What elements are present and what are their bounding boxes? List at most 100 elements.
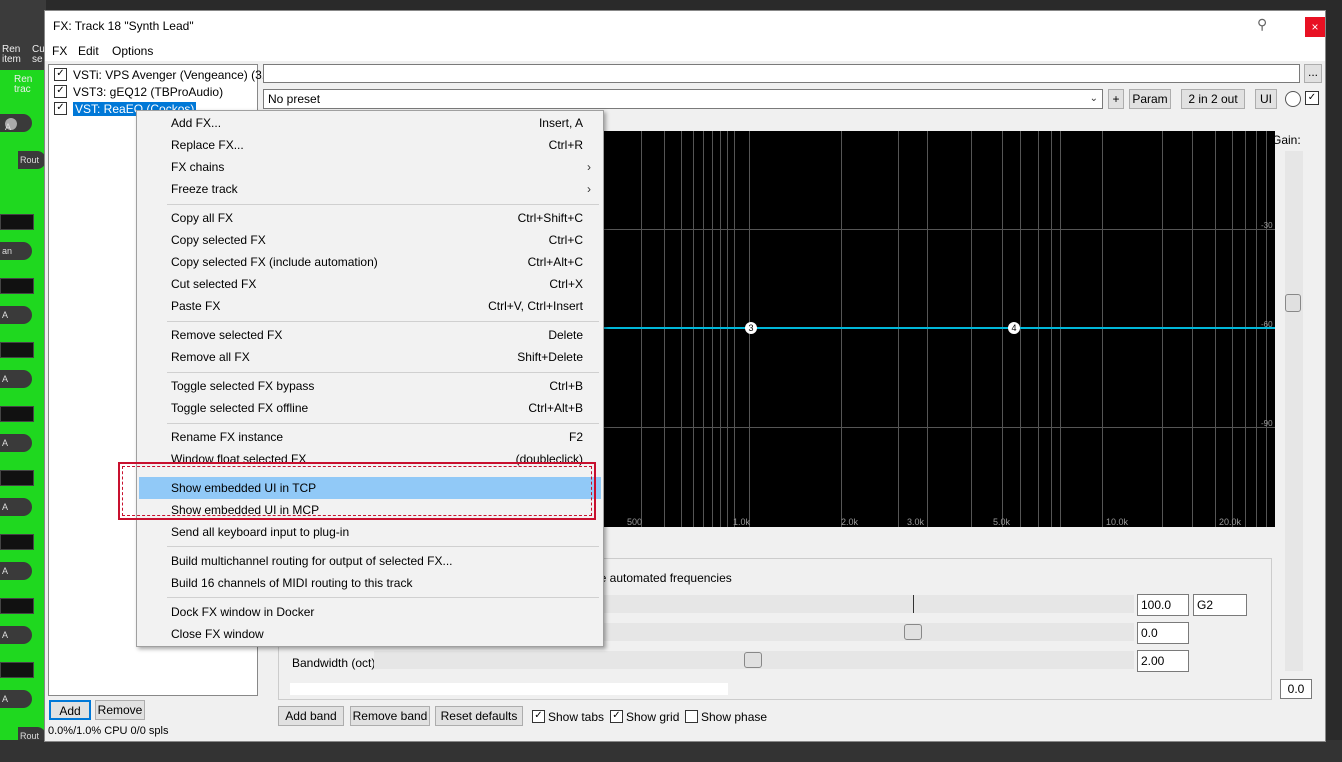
- show-phase-checkbox[interactable]: Show phase: [685, 710, 767, 724]
- show-tabs-checkbox[interactable]: ✓ Show tabs: [532, 710, 604, 724]
- menu-item-freeze-track[interactable]: Freeze track ›: [139, 178, 601, 200]
- chevron-right-icon: ›: [587, 182, 591, 196]
- track-knob[interactable]: A: [0, 114, 32, 132]
- note-field[interactable]: G2: [1193, 594, 1247, 616]
- menu-item-toggle-bypass[interactable]: Toggle selected FX bypass Ctrl+B: [139, 375, 601, 397]
- track-knob[interactable]: A: [0, 306, 32, 324]
- track-fader[interactable]: [0, 662, 34, 678]
- fx-list-item[interactable]: ✓ VSTi: VPS Avenger (Vengeance) (3...: [54, 67, 272, 83]
- bandwidth-field[interactable]: 2.00: [1137, 650, 1189, 672]
- menu-item-send-keyboard[interactable]: Send all keyboard input to plug-in: [139, 521, 601, 543]
- enable-checkbox[interactable]: ✓: [54, 85, 67, 99]
- freq-tick: 2.0k: [841, 517, 859, 527]
- db-tick: -30: [1261, 221, 1273, 230]
- strip-label: se: [32, 54, 43, 65]
- menu-item-cut-selected-fx[interactable]: Cut selected FX Ctrl+X: [139, 273, 601, 295]
- menu-item-remove-selected-fx[interactable]: Remove selected FX Delete: [139, 324, 601, 346]
- add-fx-button[interactable]: Add: [49, 700, 91, 720]
- track-knob[interactable]: A: [0, 370, 32, 388]
- ui-button[interactable]: UI: [1255, 89, 1277, 109]
- track-header-bar: Ren item Cu se: [0, 0, 46, 70]
- track-fader[interactable]: [0, 214, 34, 230]
- fx-path-field[interactable]: [263, 64, 1300, 83]
- remove-fx-button[interactable]: Remove: [95, 700, 145, 720]
- arrange-bottom-bar: [0, 740, 1342, 762]
- enable-checkbox[interactable]: ✓: [54, 102, 67, 116]
- enable-checkbox[interactable]: ✓: [54, 68, 67, 82]
- menu-options[interactable]: Options: [112, 44, 153, 58]
- param-button[interactable]: Param: [1129, 89, 1171, 109]
- route-button[interactable]: Rout: [18, 151, 46, 169]
- bandwidth-label: Bandwidth (oct):: [292, 656, 379, 670]
- fx-list-item[interactable]: ✓ VST3: gEQ12 (TBProAudio): [54, 84, 223, 100]
- band-tabs-area[interactable]: [290, 683, 728, 695]
- pin-icon[interactable]: ⚲: [1257, 16, 1273, 34]
- menu-edit[interactable]: Edit: [78, 44, 99, 58]
- menu-fx[interactable]: FX: [52, 44, 67, 58]
- band-gain-field[interactable]: 0.0: [1137, 622, 1189, 644]
- fx-context-menu: Add FX... Insert, A Replace FX... Ctrl+R F…: [136, 110, 604, 647]
- remove-band-button[interactable]: Remove band: [350, 706, 430, 726]
- wet-knob-icon[interactable]: [1285, 91, 1301, 107]
- gain-slider[interactable]: [1285, 151, 1303, 671]
- freq-tick: 5.0k: [993, 517, 1011, 527]
- menu-separator: [167, 204, 599, 205]
- gain-label: Gain:: [1272, 133, 1301, 147]
- menu-item-copy-selected-fx-automation[interactable]: Copy selected FX (include automation) Ctr…: [139, 251, 601, 273]
- strip-label: item: [2, 54, 21, 65]
- menu-item-build-multichannel[interactable]: Build multichannel routing for output of…: [139, 550, 601, 572]
- fx-item-label: VSTi: VPS Avenger (Vengeance) (3...: [73, 68, 272, 82]
- menu-item-close-fx-window[interactable]: Close FX window: [139, 623, 601, 645]
- track-fader[interactable]: [0, 406, 34, 422]
- add-preset-button[interactable]: +: [1108, 89, 1124, 109]
- track-knob[interactable]: A: [0, 498, 32, 516]
- window-title: FX: Track 18 "Synth Lead": [53, 19, 194, 33]
- chevron-right-icon: ›: [587, 160, 591, 174]
- preset-value: No preset: [268, 92, 321, 106]
- menu-item-paste-fx[interactable]: Paste FX Ctrl+V, Ctrl+Insert: [139, 295, 601, 317]
- frequency-field[interactable]: 100.0: [1137, 594, 1189, 616]
- gain-value-field[interactable]: 0.0: [1280, 679, 1312, 699]
- reset-defaults-button[interactable]: Reset defaults: [435, 706, 523, 726]
- track-fader[interactable]: [0, 598, 34, 614]
- menu-item-copy-all-fx[interactable]: Copy all FX Ctrl+Shift+C: [139, 207, 601, 229]
- freq-tick: 3.0k: [907, 517, 925, 527]
- show-grid-checkbox[interactable]: ✓ Show grid: [610, 710, 679, 724]
- menu-item-build-midi-routing[interactable]: Build 16 channels of MIDI routing to thi…: [139, 572, 601, 594]
- menu-item-rename-fx[interactable]: Rename FX instance F2: [139, 426, 601, 448]
- menu-item-add-fx[interactable]: Add FX... Insert, A: [139, 112, 601, 134]
- track-knob[interactable]: A: [0, 562, 32, 580]
- menu-item-dock-fx-window[interactable]: Dock FX window in Docker: [139, 601, 601, 623]
- menu-item-fx-chains[interactable]: FX chains ›: [139, 156, 601, 178]
- track-knob[interactable]: A: [0, 626, 32, 644]
- menu-item-remove-all-fx[interactable]: Remove all FX Shift+Delete: [139, 346, 601, 368]
- track-fader[interactable]: [0, 534, 34, 550]
- cpu-status: 0.0%/1.0% CPU 0/0 spls: [48, 725, 169, 737]
- chevron-down-icon: ⌄: [1089, 93, 1098, 104]
- pan-knob[interactable]: an: [0, 242, 32, 260]
- db-tick: -90: [1261, 419, 1273, 428]
- browse-button[interactable]: ...: [1304, 64, 1322, 83]
- band-gain-thumb[interactable]: [904, 624, 922, 640]
- bandwidth-thumb[interactable]: [744, 652, 762, 668]
- gain-slider-thumb[interactable]: [1285, 294, 1301, 312]
- menu-item-copy-selected-fx[interactable]: Copy selected FX Ctrl+C: [139, 229, 601, 251]
- add-band-button[interactable]: Add band: [278, 706, 344, 726]
- track-fader[interactable]: [0, 278, 34, 294]
- track-fader[interactable]: [0, 470, 34, 486]
- eq-band-node[interactable]: 3: [745, 322, 757, 334]
- io-routing-button[interactable]: 2 in 2 out: [1181, 89, 1245, 109]
- eq-frequency-graph[interactable]: 3 4 500 1.0k 2.0k 3.0k 5.0k 10.0k 20.0k …: [601, 131, 1275, 527]
- eq-band-node[interactable]: 4: [1008, 322, 1020, 334]
- menu-item-toggle-offline[interactable]: Toggle selected FX offline Ctrl+Alt+B: [139, 397, 601, 419]
- annotation-highlight-box: [118, 462, 596, 520]
- preset-dropdown[interactable]: No preset ⌄: [263, 89, 1103, 109]
- track-knob[interactable]: A: [0, 434, 32, 452]
- track-knob[interactable]: A: [0, 690, 32, 708]
- close-button[interactable]: ×: [1305, 17, 1325, 37]
- frequency-slider-marker: [913, 595, 914, 613]
- menu-bar: FX Edit Options: [45, 41, 1325, 61]
- track-fader[interactable]: [0, 342, 34, 358]
- menu-item-replace-fx[interactable]: Replace FX... Ctrl+R: [139, 134, 601, 156]
- bypass-checkbox[interactable]: ✓: [1305, 91, 1319, 105]
